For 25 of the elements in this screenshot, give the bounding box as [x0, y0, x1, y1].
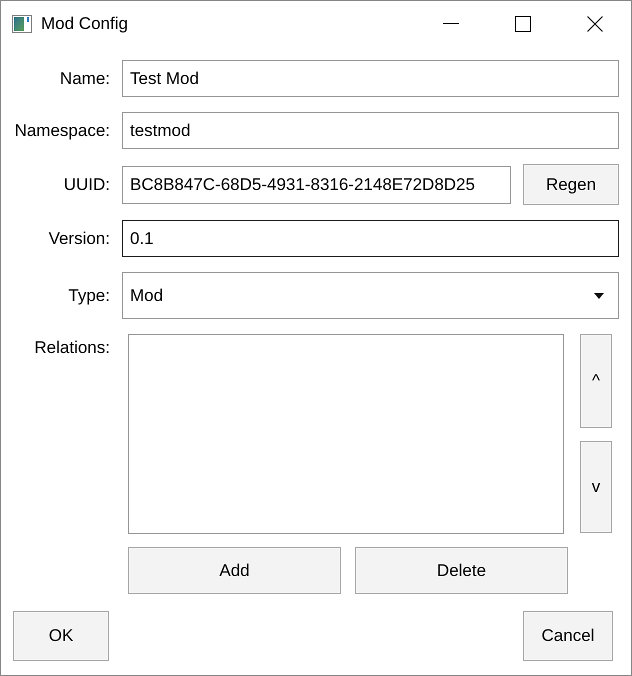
field-label: Relations: — [33, 337, 110, 358]
text-field[interactable]: Test Mod — [122, 60, 619, 97]
field-label: UUID: — [62, 174, 110, 194]
regen-button[interactable]: Regen — [523, 164, 619, 205]
field-label: Namespace: — [14, 120, 110, 140]
move-button[interactable]: ^ — [580, 334, 612, 428]
field-label: Version: — [48, 228, 110, 248]
text-field[interactable]: 0.1 — [122, 220, 619, 257]
field-label: Name: — [58, 68, 110, 88]
field-label: Type: — [67, 286, 110, 306]
minimize-icon — [443, 23, 459, 24]
app-window-icon — [12, 14, 32, 32]
relation-action-button[interactable]: Add — [128, 547, 341, 594]
type-dropdown[interactable]: Mod — [122, 272, 619, 319]
window-title: Mod Config — [41, 14, 128, 34]
close-icon — [587, 16, 603, 32]
relation-action-button[interactable]: Delete — [355, 547, 568, 594]
dialog-button[interactable]: Cancel — [523, 611, 613, 661]
text-field[interactable]: BC8B847C-68D5-4931-8316-2148E72D8D25 — [122, 166, 511, 204]
maximize-icon — [515, 16, 531, 32]
text-field[interactable]: testmod — [122, 112, 619, 149]
dialog-button[interactable]: OK — [13, 611, 109, 661]
relations-list[interactable] — [128, 334, 564, 534]
move-button[interactable]: v — [580, 441, 612, 533]
caret-icon — [594, 292, 604, 298]
